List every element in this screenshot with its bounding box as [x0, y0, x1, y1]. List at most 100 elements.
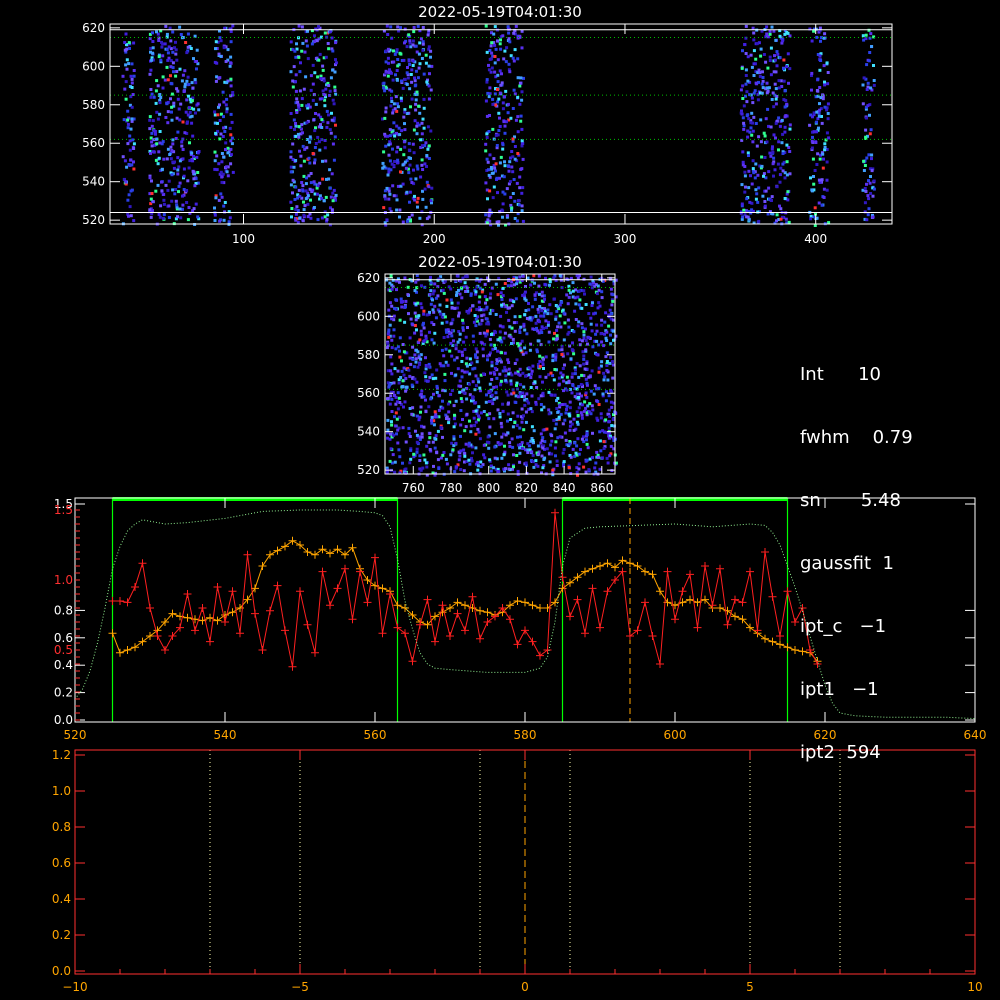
series-0-point	[596, 562, 604, 570]
spectrogram-pixel	[818, 108, 822, 112]
spectrogram-pixel	[775, 185, 779, 189]
spectrogram-pixel	[308, 135, 312, 139]
spectrogram-pixel	[741, 163, 745, 167]
spectrogram-pixel	[173, 46, 176, 50]
spectrogram-pixel	[501, 409, 505, 413]
spectrogram-pixel	[585, 362, 589, 365]
spectrogram-pixel	[741, 49, 744, 53]
x-tick-label: −5	[291, 980, 309, 994]
spectrogram-pixel	[818, 68, 822, 72]
spectrogram-pixel	[551, 359, 555, 363]
spectrogram-pixel	[537, 274, 541, 278]
spectrogram-pixel	[510, 304, 514, 308]
spectrogram-pixel	[132, 160, 135, 164]
series-0-point	[213, 616, 222, 625]
spectrogram-pixel	[513, 315, 517, 319]
spectrogram-pixel	[490, 364, 494, 368]
spectrogram-pixel	[524, 298, 528, 302]
y-tick-label: 600	[82, 59, 105, 73]
spectrogram-pixel	[123, 48, 127, 52]
spectrogram-pixel	[562, 311, 566, 315]
spectrogram-pixel	[572, 352, 576, 356]
spectrogram-pixel	[308, 187, 312, 191]
spectrogram-pixel	[413, 84, 417, 88]
spectrogram-pixel	[511, 56, 515, 60]
spectrogram-pixel	[586, 342, 589, 346]
spectrogram-pixel	[871, 215, 875, 219]
spectrogram-pixel	[390, 423, 394, 427]
spectrogram-pixel	[461, 318, 465, 322]
spectrogram-pixel	[154, 101, 158, 105]
spectrogram-pixel	[821, 152, 825, 156]
spectrogram-pixel	[452, 425, 456, 429]
spectrogram-pixel	[474, 446, 478, 450]
spectrogram-pixel	[420, 121, 424, 125]
spectrogram-pixel	[485, 298, 489, 302]
spectrogram-pixel	[576, 324, 580, 328]
spectrogram-pixel	[600, 318, 604, 322]
spectrogram-pixel	[299, 61, 302, 65]
spectrogram-pixel	[512, 59, 516, 63]
spectrogram-pixel	[568, 442, 572, 446]
spectrogram-pixel	[502, 57, 506, 61]
spectrogram-pixel	[758, 71, 762, 75]
spectrogram-pixel	[524, 410, 528, 414]
spectrogram-pixel	[607, 394, 611, 398]
spectrogram-pixel	[289, 170, 293, 174]
spectrogram-pixel	[576, 437, 580, 441]
spectrogram-pixel	[311, 98, 315, 102]
spectrogram-pixel	[229, 77, 233, 81]
spectrogram-pixel	[392, 49, 395, 53]
spectrogram-pixel	[777, 86, 781, 90]
spectrogram-pixel	[505, 214, 509, 218]
spectrogram-pixel	[510, 437, 514, 441]
spectrogram-pixel	[514, 276, 518, 280]
spectrogram-pixel	[391, 78, 395, 82]
spectrogram-pixel	[567, 325, 571, 329]
series-0-point	[131, 643, 139, 652]
spectrogram-pixel	[160, 40, 163, 44]
top-spectrogram-pixels	[121, 24, 876, 227]
spectrogram-pixel	[750, 133, 754, 137]
spectrogram-pixel	[542, 405, 546, 409]
spectrogram-pixel	[456, 340, 460, 344]
spectrogram-pixel	[775, 64, 779, 68]
spectrogram-pixel	[865, 182, 868, 186]
spectrogram-pixel	[549, 371, 553, 375]
spectrogram-pixel	[483, 295, 487, 299]
spectrogram-pixel	[222, 100, 226, 104]
spectrogram-pixel	[611, 299, 615, 303]
spectrogram-pixel	[130, 163, 134, 167]
spectrogram-pixel	[861, 102, 865, 106]
spectrogram-pixel	[471, 395, 474, 399]
spectrogram-pixel	[132, 147, 136, 150]
spectrogram-pixel	[387, 167, 391, 171]
spectrogram-pixel	[149, 215, 153, 219]
spectrogram-pixel	[484, 142, 488, 146]
spectrogram-pixel	[185, 189, 189, 192]
spectrogram-pixel	[493, 445, 497, 449]
x-tick-label: 0	[521, 980, 529, 994]
spectrogram-pixel	[417, 341, 420, 344]
spectrogram-pixel	[391, 278, 395, 282]
x-tick-label: 600	[664, 728, 687, 742]
spectrogram-pixel	[188, 106, 191, 110]
spectrogram-pixel	[606, 461, 610, 465]
spectrogram-pixel	[543, 307, 546, 311]
spectrogram-pixel	[865, 63, 869, 67]
spectrogram-pixel	[479, 465, 483, 469]
spectrogram-pixel	[396, 25, 400, 29]
spectrogram-pixel	[425, 154, 429, 157]
spectrogram-pixel	[313, 146, 317, 149]
spectrogram-pixel	[486, 218, 490, 222]
spectrogram-pixel	[216, 121, 219, 125]
series-0-point	[566, 578, 574, 587]
spectrogram-pixel	[408, 63, 412, 66]
spectrogram-pixel	[487, 417, 491, 421]
spectrogram-pixel	[166, 110, 170, 114]
series-1-point	[521, 626, 529, 635]
spectrogram-pixel	[307, 174, 311, 178]
spectrogram-pixel	[186, 113, 190, 117]
spectrogram-pixel	[547, 330, 551, 334]
x-tick-label: 580	[514, 728, 537, 742]
